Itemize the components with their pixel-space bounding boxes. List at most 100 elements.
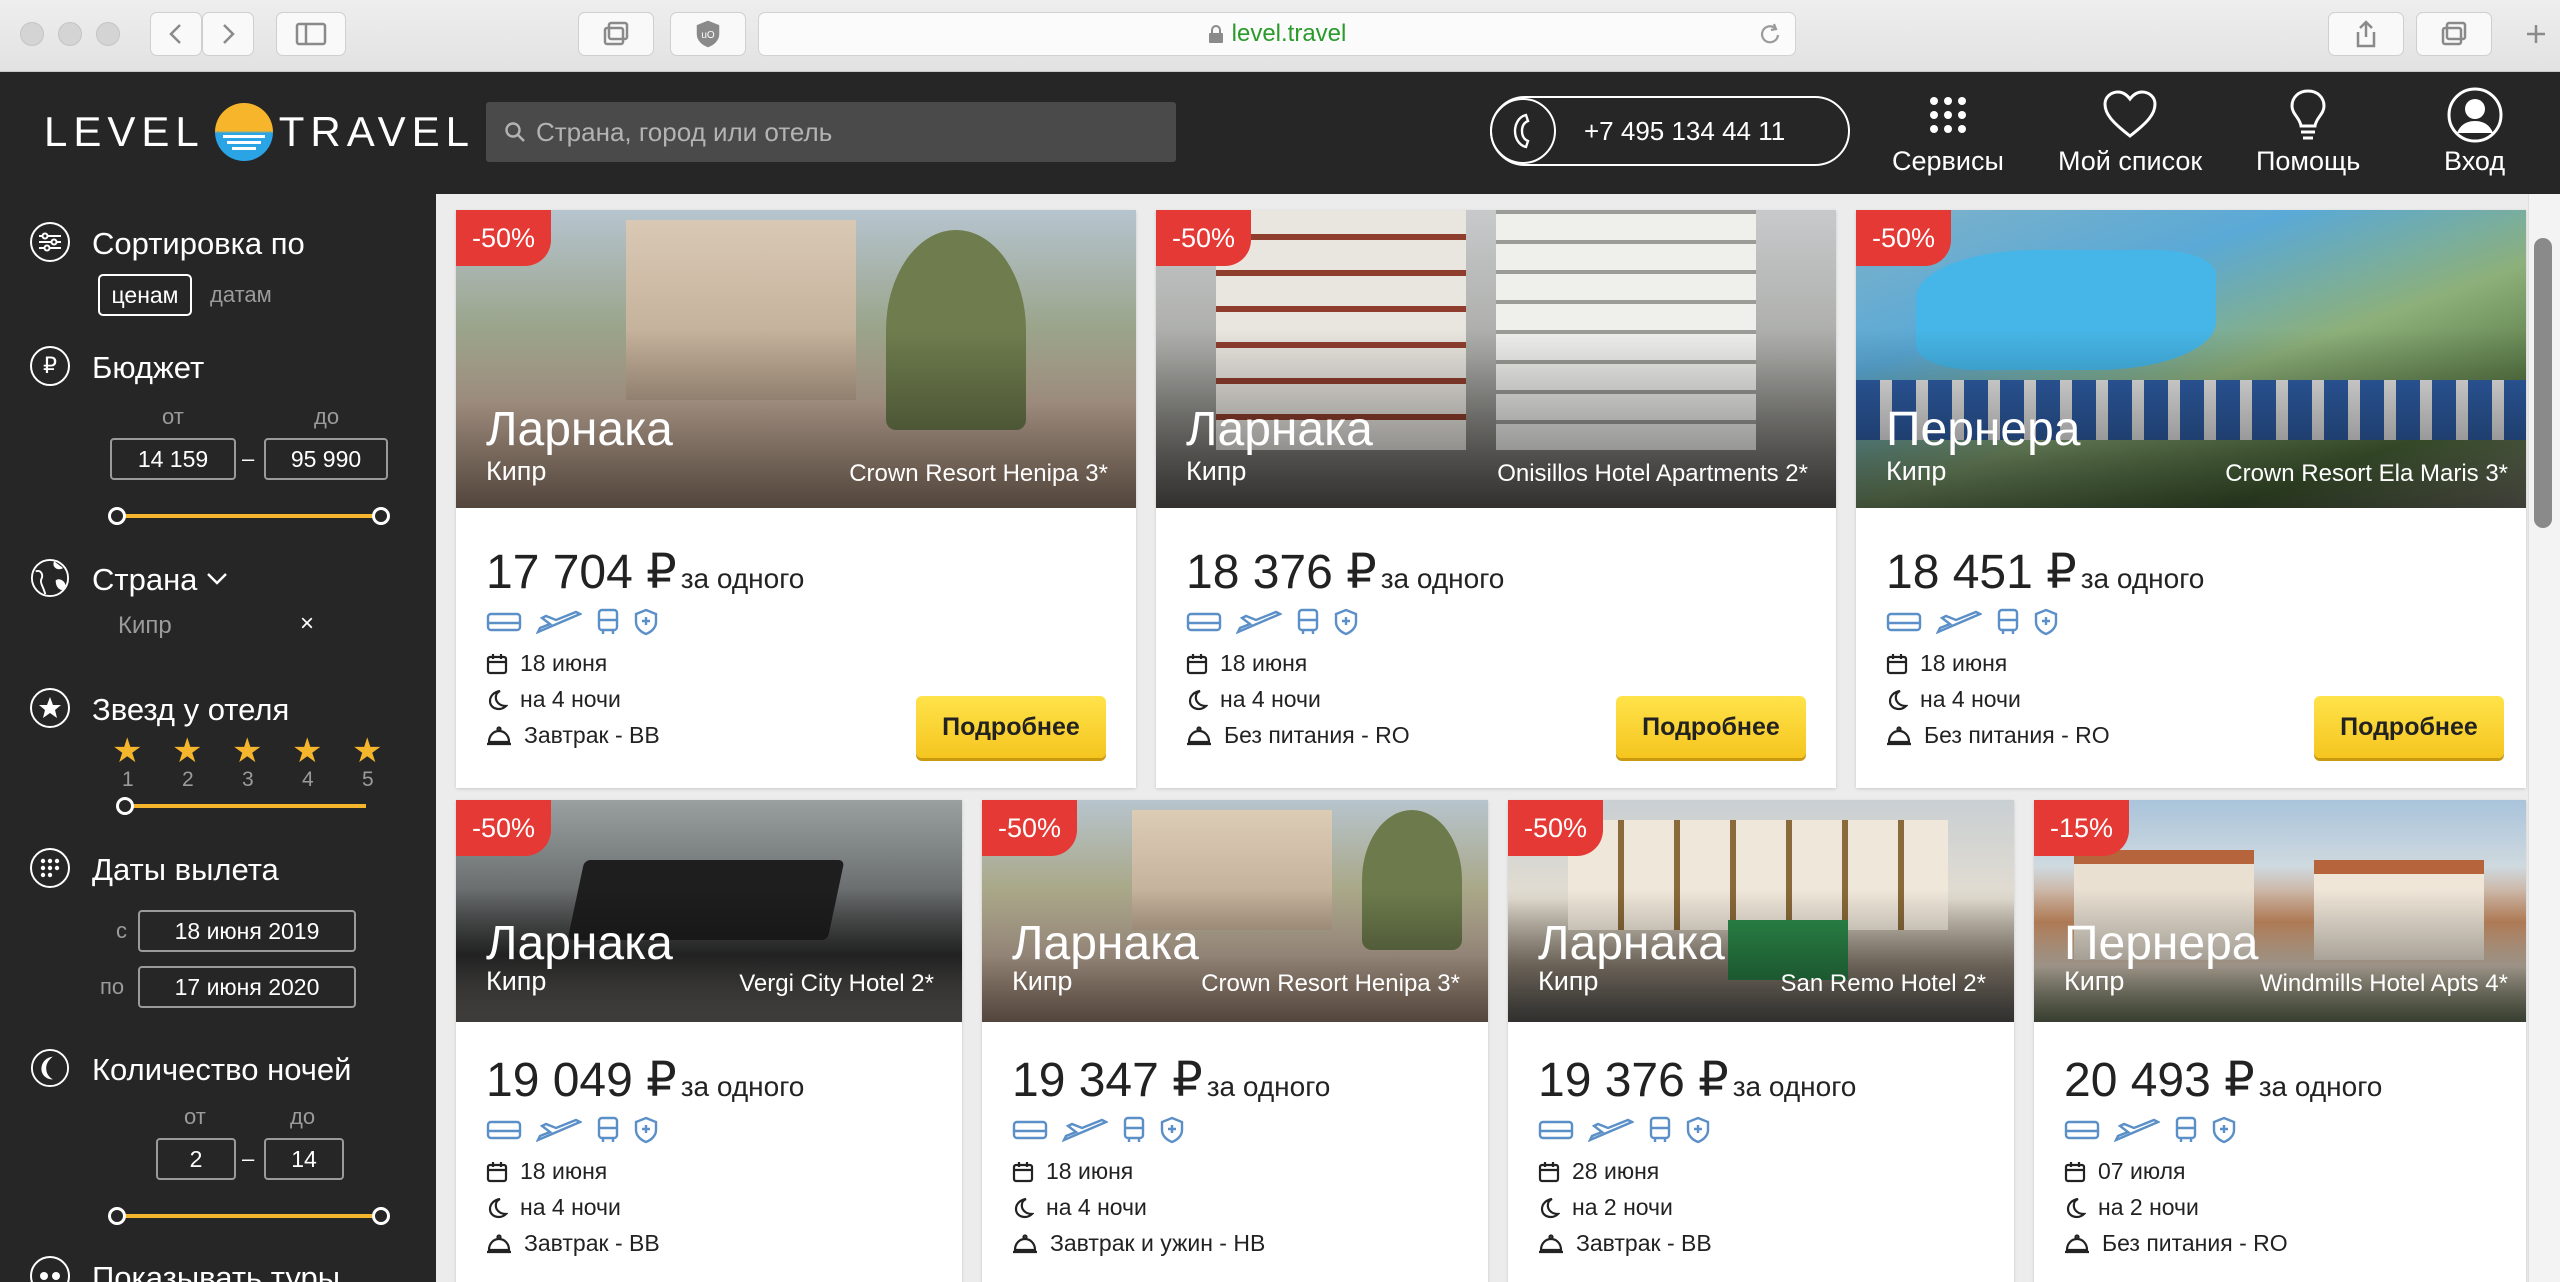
search-input[interactable] (536, 116, 1156, 148)
sun-logo-icon (214, 103, 273, 161)
tour-card[interactable]: -50% Ларнака Кипр Vergi City Hotel 2* 19… (456, 800, 962, 1282)
tour-card[interactable]: -50% Пернера Кипр Crown Resort Ela Maris… (1856, 210, 2526, 788)
globe-icon (30, 558, 70, 598)
discount-badge: -50% (456, 800, 552, 856)
meal-text: Завтрак - BB (524, 1230, 660, 1256)
nights-text: на 2 ночи (1572, 1194, 1673, 1220)
stars-slider-handle[interactable] (116, 797, 134, 815)
tabs-overview-button[interactable] (578, 12, 654, 56)
nights-count: на 4 ночи (486, 686, 621, 713)
nights-count: на 4 ночи (1886, 686, 2021, 713)
share-button[interactable] (2328, 12, 2404, 56)
star-label-1: 1 (122, 768, 134, 791)
scrollbar-thumb[interactable] (2534, 238, 2552, 528)
url-text: level.travel (1231, 20, 1347, 47)
minimize-window-button[interactable] (58, 22, 82, 46)
budget-from-input[interactable]: 14 159 (110, 438, 236, 480)
sort-by-date-button[interactable]: датам (210, 282, 272, 308)
remove-country-button[interactable]: × (300, 610, 314, 638)
date-from-input[interactable]: 18 июня 2019 (138, 910, 356, 952)
tour-card[interactable]: -15% Пернера Кипр Windmills Hotel Apts 4… (2034, 800, 2526, 1282)
hotel-name[interactable]: Vergi City Hotel 2* (739, 970, 934, 998)
nights-slider-min-handle[interactable] (108, 1207, 126, 1225)
chevron-down-icon[interactable] (206, 572, 228, 586)
nights-from-label: от (184, 1104, 206, 1129)
calendar-icon (2064, 1161, 2086, 1182)
hotel-name[interactable]: Windmills Hotel Apts 4* (2260, 970, 2508, 998)
meal-text: Без питания - RO (2102, 1230, 2288, 1256)
close-window-button[interactable] (20, 22, 44, 46)
tour-card[interactable]: -50% Ларнака Кипр Crown Resort Henipa 3*… (982, 800, 1488, 1282)
meal-plan: Без питания - RO (2064, 1230, 2288, 1257)
country-name: Кипр (1886, 456, 1947, 486)
tour-card[interactable]: -50% Ларнака Кипр San Remo Hotel 2* 19 3… (1508, 800, 2014, 1282)
zoom-window-button[interactable] (96, 22, 120, 46)
nights-to-input[interactable]: 14 (264, 1138, 344, 1180)
star-5-icon[interactable]: ★ (352, 734, 382, 768)
hotel-name[interactable]: Crown Resort Henipa 3* (849, 460, 1108, 488)
sort-by-price-button[interactable]: ценам (98, 274, 192, 316)
nav-login-label: Вход (2444, 146, 2506, 176)
ublock-extension-button[interactable]: uO (670, 12, 746, 56)
details-button[interactable]: Подробнее (916, 696, 1106, 758)
date-text: 18 июня (520, 1158, 608, 1184)
new-tab-button[interactable] (2512, 12, 2560, 56)
logo-text-left: LEVEL (44, 108, 205, 155)
star-3-icon[interactable]: ★ (232, 734, 262, 768)
reload-icon[interactable] (1757, 22, 1783, 48)
tour-card[interactable]: -50% Ларнака Кипр Crown Resort Henipa 3*… (456, 210, 1136, 788)
nav-wishlist[interactable]: Мой список (2058, 86, 2202, 177)
country-title[interactable]: Страна (92, 562, 197, 598)
nav-services[interactable]: Сервисы (1892, 86, 2004, 177)
star-circle-icon (30, 688, 70, 728)
details-button[interactable]: Подробнее (1616, 696, 1806, 758)
star-label-5: 5 (362, 768, 374, 791)
date-to-input[interactable]: 17 июня 2020 (138, 966, 356, 1008)
insurance-shield-icon (634, 608, 658, 636)
tour-card[interactable]: -50% Ларнака Кипр Onisillos Hotel Apartm… (1156, 210, 1836, 788)
address-bar[interactable]: level.travel (758, 12, 1796, 56)
meal-cloche-icon (487, 725, 511, 745)
site-logo[interactable]: LEVEL TRAVEL (44, 102, 475, 162)
hotel-name[interactable]: Crown Resort Henipa 3* (1201, 970, 1460, 998)
price-per: за одного (1206, 1071, 1331, 1102)
phone-icon (1490, 98, 1556, 164)
price-value: 19 347 ₽ (1012, 1054, 1203, 1107)
hotel-name[interactable]: Crown Resort Ela Maris 3* (2225, 460, 2508, 488)
nav-help[interactable]: Помощь (2256, 86, 2360, 177)
discount-badge: -50% (1856, 210, 1952, 266)
star-2-icon[interactable]: ★ (172, 734, 202, 768)
departure-date: 18 июня (486, 650, 607, 677)
meal-plan: Завтрак и ужин - HB (1012, 1230, 1265, 1257)
price-per: за одного (680, 563, 805, 594)
flight-icon (2114, 1118, 2160, 1142)
nav-login[interactable]: Вход (2444, 86, 2505, 177)
transfer-bus-icon (1649, 1116, 1671, 1142)
nights-from-input[interactable]: 2 (156, 1138, 236, 1180)
budget-slider-min-handle[interactable] (108, 507, 126, 525)
budget-slider-max-handle[interactable] (372, 507, 390, 525)
forward-button[interactable] (202, 12, 254, 56)
search-box[interactable] (486, 102, 1176, 162)
dates-title: Даты вылета (92, 852, 279, 887)
star-label-3: 3 (242, 768, 254, 791)
star-4-icon[interactable]: ★ (292, 734, 322, 768)
price-value: 18 376 ₽ (1186, 546, 1377, 599)
city-name: Ларнака (486, 403, 673, 456)
calendar-icon (1886, 653, 1908, 674)
hotel-name[interactable]: San Remo Hotel 2* (1781, 970, 1986, 998)
details-button[interactable]: Подробнее (2314, 696, 2504, 758)
price-per: за одного (1732, 1071, 1857, 1102)
moon-small-icon (1540, 1197, 1560, 1218)
budget-to-input[interactable]: 95 990 (264, 438, 388, 480)
star-1-icon[interactable]: ★ (112, 734, 142, 768)
insurance-shield-icon (1334, 608, 1358, 636)
back-button[interactable] (150, 12, 202, 56)
nights-slider-max-handle[interactable] (372, 1207, 390, 1225)
phone-button[interactable]: +7 495 134 44 11 (1490, 96, 1850, 166)
hotel-name[interactable]: Onisillos Hotel Apartments 2* (1497, 460, 1808, 488)
transfer-bus-icon (2175, 1116, 2197, 1142)
meal-cloche-icon (2065, 1233, 2089, 1253)
sidebar-toggle-button[interactable] (276, 12, 346, 56)
new-window-button[interactable] (2416, 12, 2492, 56)
